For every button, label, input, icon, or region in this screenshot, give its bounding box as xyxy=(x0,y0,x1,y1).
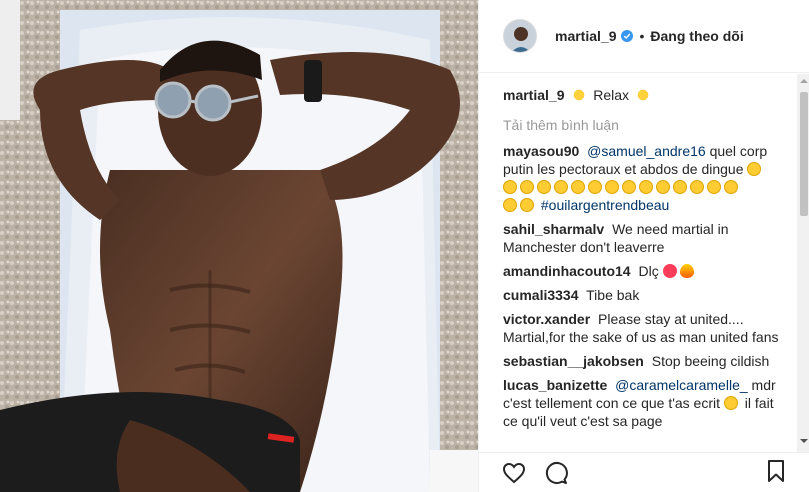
heart-icon xyxy=(502,462,526,483)
comment-username[interactable]: sahil_sharmalv xyxy=(503,221,604,237)
laughing-emoji-icon xyxy=(656,180,670,194)
rofl-emoji-icon xyxy=(605,180,619,194)
list-item: victor.xander Please stay at united.... … xyxy=(503,310,791,346)
comment-text: Stop beeing cildish xyxy=(651,353,770,369)
comment-text: Dlç xyxy=(638,263,659,279)
laughing-emoji-icon xyxy=(690,180,704,194)
list-item: sahil_sharmalv We need martial in Manche… xyxy=(503,220,791,256)
comment-mention[interactable]: @samuel_andre16 xyxy=(587,143,706,159)
post-side-panel: martial_9 • Đang theo dõi martial_9 Rela… xyxy=(478,0,809,492)
list-item: cumali3334 Tibe bak xyxy=(503,286,791,304)
rofl-emoji-icon xyxy=(571,180,585,194)
caption-text: Relax xyxy=(593,87,630,103)
sun-emoji-icon xyxy=(572,88,587,102)
bookmark-icon[interactable] xyxy=(765,459,787,483)
heart-eyes-emoji-icon xyxy=(662,264,677,278)
comment-username[interactable]: sebastian__jakobsen xyxy=(503,353,644,369)
laughing-emoji-icon xyxy=(537,180,551,194)
laughing-emoji-icon xyxy=(673,180,687,194)
emoji-row xyxy=(503,179,741,195)
rofl-emoji-icon xyxy=(723,396,738,410)
post-actions xyxy=(479,452,809,492)
rofl-emoji-icon xyxy=(503,198,517,212)
comment-username[interactable]: mayasou90 xyxy=(503,143,579,159)
comment-button[interactable] xyxy=(543,460,569,486)
post-image xyxy=(0,0,478,492)
scroll-down-arrow-icon[interactable] xyxy=(800,437,808,445)
rofl-emoji-icon xyxy=(588,180,602,194)
verified-badge-icon xyxy=(621,30,634,42)
separator-dot: • xyxy=(639,28,645,44)
laughing-emoji-icon xyxy=(639,180,653,194)
laughing-emoji-icon xyxy=(503,180,517,194)
rofl-emoji-icon xyxy=(520,198,534,212)
comment-username[interactable]: amandinhacouto14 xyxy=(503,263,631,279)
comment-mention[interactable]: @caramelcaramelle_ xyxy=(615,377,747,393)
comment-username[interactable]: cumali3334 xyxy=(503,287,579,303)
scroll-up-arrow-icon[interactable] xyxy=(800,77,808,85)
comment-hashtag[interactable]: #ouilargentrendbeau xyxy=(541,197,669,213)
sun-emoji-icon xyxy=(635,88,650,102)
fire-emoji-icon xyxy=(679,264,694,278)
rofl-emoji-icon xyxy=(554,180,568,194)
caption: martial_9 Relax xyxy=(503,86,791,104)
avatar-image xyxy=(504,20,536,52)
comment-bubble-icon xyxy=(545,461,568,484)
comment-username[interactable]: lucas_banizette xyxy=(503,377,607,393)
rofl-emoji-icon xyxy=(622,180,636,194)
list-item: amandinhacouto14 Dlç xyxy=(503,262,791,280)
laughing-emoji-icon xyxy=(747,162,762,176)
scrollbar-thumb[interactable] xyxy=(800,92,808,216)
header-username[interactable]: martial_9 xyxy=(555,28,616,44)
comments-list: martial_9 Relax Tải thêm bình luận mayas… xyxy=(479,80,797,450)
list-item: mayasou90 @samuel_andre16 quel corp puti… xyxy=(503,142,791,214)
load-more-comments-button[interactable]: Tải thêm bình luận xyxy=(503,116,791,134)
caption-username[interactable]: martial_9 xyxy=(503,87,564,103)
list-item: lucas_banizette @caramelcaramelle_ mdr c… xyxy=(503,376,791,430)
avatar[interactable] xyxy=(503,19,537,53)
rofl-emoji-icon xyxy=(724,180,738,194)
post-photo[interactable] xyxy=(0,0,478,492)
list-item: sebastian__jakobsen Stop beeing cildish xyxy=(503,352,791,370)
comment-username[interactable]: victor.xander xyxy=(503,311,590,327)
following-button[interactable]: Đang theo dõi xyxy=(650,28,743,44)
like-button[interactable] xyxy=(501,460,527,486)
laughing-emoji-icon xyxy=(520,180,534,194)
comment-text: Tibe bak xyxy=(586,287,640,303)
rofl-emoji-icon xyxy=(707,180,721,194)
post-header: martial_9 • Đang theo dõi xyxy=(479,0,809,73)
